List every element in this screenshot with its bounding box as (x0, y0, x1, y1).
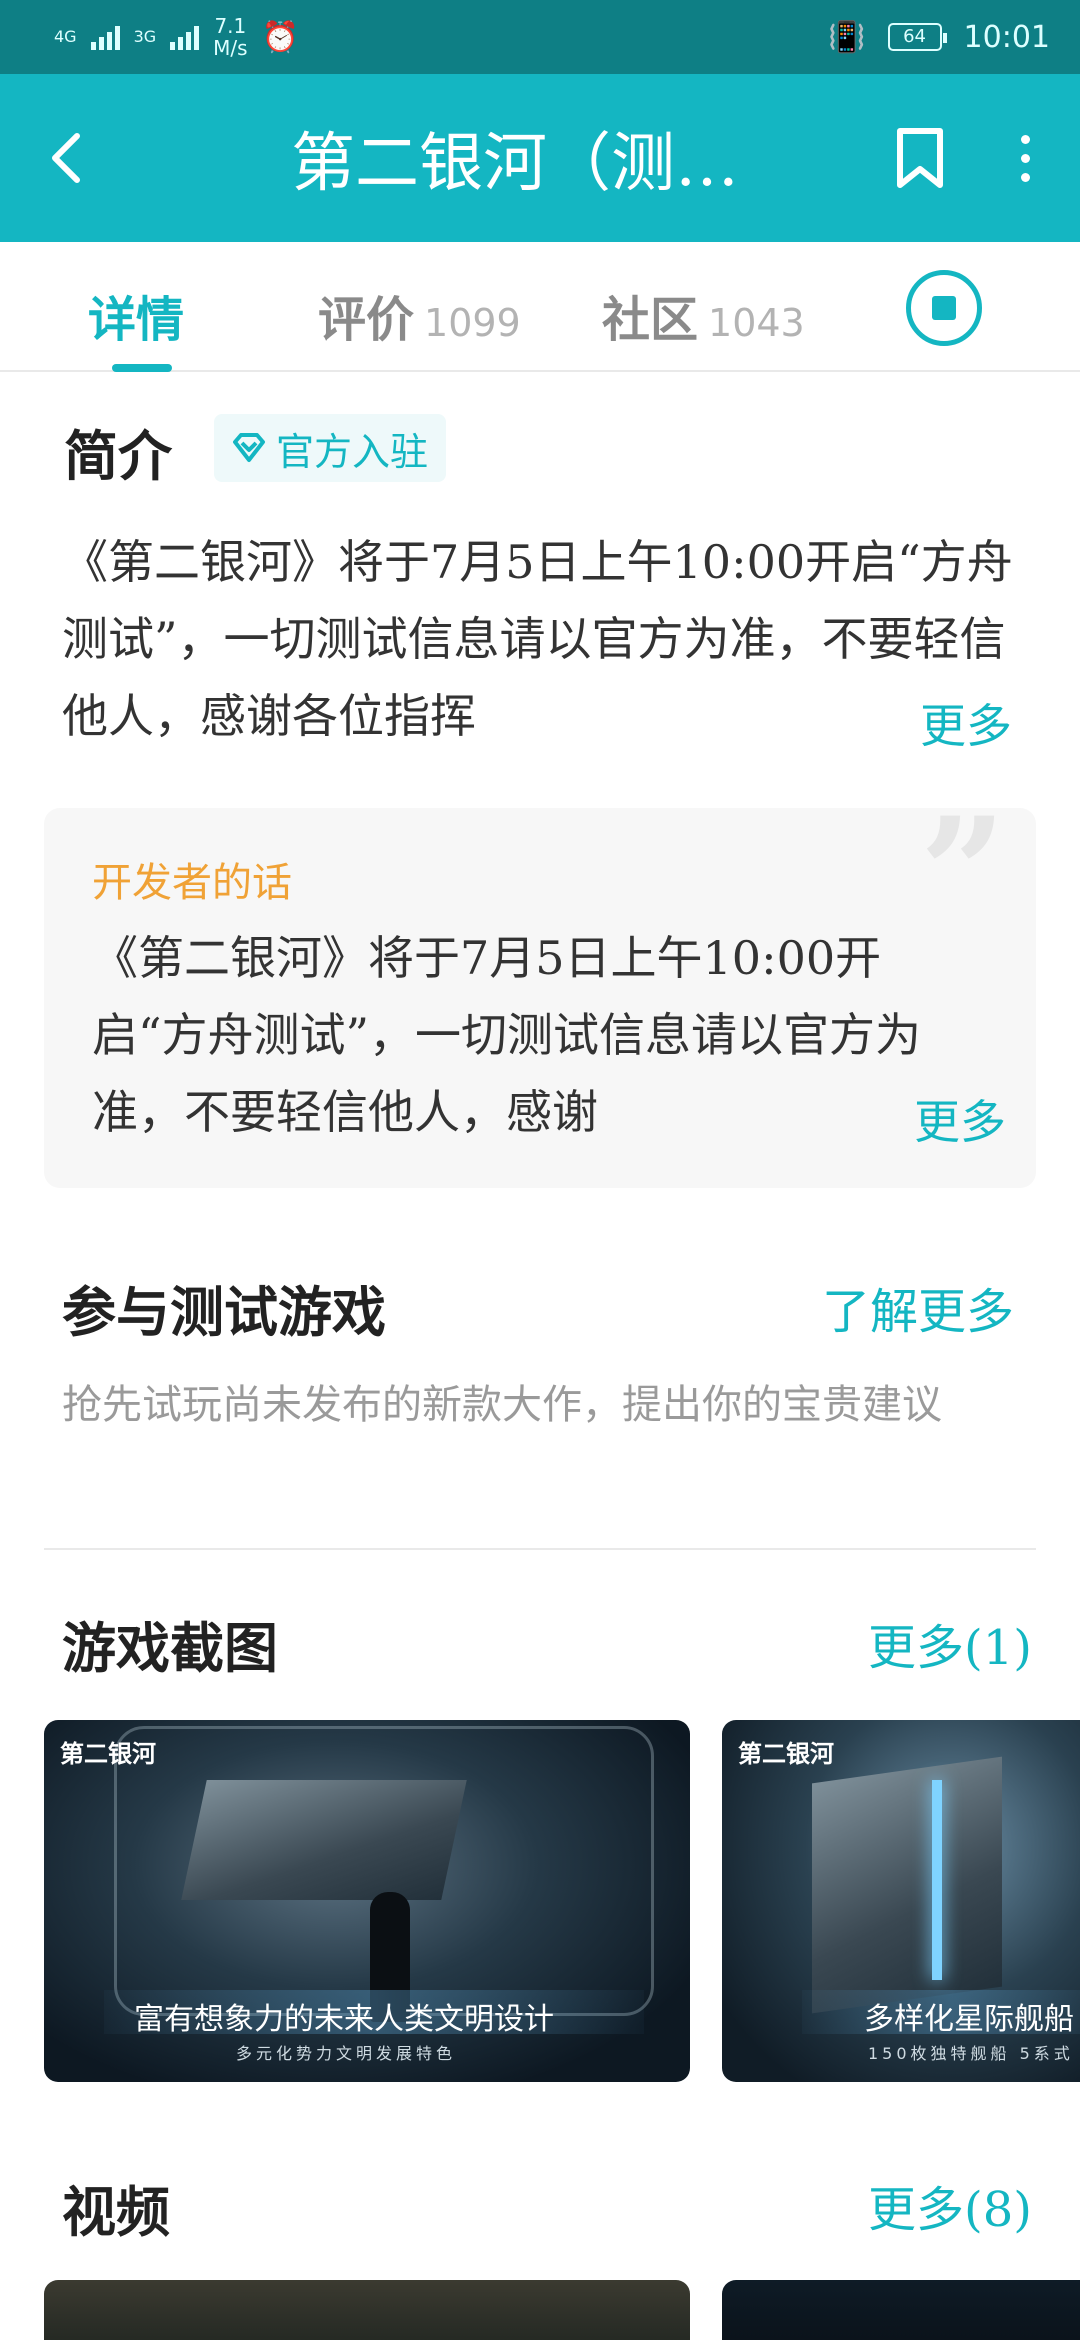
page-title: 第二银河（测… (291, 127, 739, 201)
signal-icon (90, 24, 120, 50)
game-logo: 第二银河 (738, 1739, 834, 1768)
stop-icon (932, 296, 956, 320)
divider (44, 1548, 1036, 1550)
alarm-icon: ⏰ (261, 19, 299, 55)
screenshot-caption: 多样化星际舰船 (864, 2002, 1074, 2037)
tab-reviews[interactable]: 评价 1099 (318, 280, 521, 350)
developer-card: ” 开发者的话 《第二银河》将于7月5日上午10:00开启“方舟测试”，一切测试… (44, 798, 1036, 1188)
network-speed: 7.1 M/s (213, 15, 247, 59)
intro-text: 《第二银河》将于7月5日上午10:00开启“方舟测试”，一切测试信息请以官方为准… (62, 535, 1013, 743)
status-bar: 4G 3G 7.1 M/s ⏰ 📳 64 10:01 (0, 0, 1080, 74)
intro-title: 简介 (64, 424, 172, 488)
speed-value: 7.1 (214, 14, 247, 38)
learn-more-link[interactable]: 了解更多 (822, 1272, 1014, 1342)
tab-details[interactable]: 详情 (88, 280, 184, 350)
screenshot-subcaption: 多元化势力文明发展特色 (236, 2044, 457, 2063)
spaceship-image (812, 1756, 1002, 2014)
tab-details-label: 详情 (88, 292, 185, 348)
tab-reviews-label: 评价 (318, 292, 415, 348)
tab-community-label: 社区 (602, 292, 699, 348)
network-type-3g: 3G (133, 27, 157, 46)
spaceship-image (181, 1780, 467, 1900)
download-stop-button[interactable] (906, 270, 982, 346)
speed-unit: M/s (213, 36, 248, 60)
developer-title: 开发者的话 (92, 860, 292, 906)
test-description: 抢先试玩尚未发布的新款大作，提出你的宝贵建议 (62, 1382, 942, 1428)
screenshots-title: 游戏截图 (62, 1616, 278, 1680)
battery-icon: 64 (887, 23, 947, 51)
diamond-icon (233, 433, 265, 462)
bookmark-icon (897, 128, 943, 188)
signal-icon (170, 24, 200, 50)
back-arrow-icon (52, 133, 80, 183)
clock: 10:01 (963, 19, 1050, 55)
screenshots-more-link[interactable]: 更多(1) (868, 1608, 1032, 1678)
screenshot-thumbnail[interactable]: 第二银河 多样化星际舰船 150枚独特舰船 5系式 (722, 1720, 1080, 2082)
video-thumbnail[interactable] (44, 2280, 690, 2340)
network-type-4g: 4G (54, 27, 77, 46)
developer-text: 《第二银河》将于7月5日上午10:00开启“方舟测试”，一切测试信息请以官方为准… (92, 931, 922, 1139)
screenshot-caption: 富有想象力的未来人类文明设计 (134, 2002, 554, 2037)
video-thumbnail[interactable] (722, 2280, 1080, 2340)
tab-community-count: 1043 (708, 301, 805, 345)
active-tab-indicator (112, 364, 172, 372)
back-button[interactable] (0, 74, 130, 242)
vibrate-icon: 📳 (828, 19, 866, 55)
app-bar: 第二银河（测… (0, 74, 1080, 242)
tab-reviews-count: 1099 (424, 301, 521, 345)
tab-community[interactable]: 社区 1043 (602, 280, 805, 350)
developer-more-link[interactable]: 更多 (874, 1086, 1006, 1152)
videos-title: 视频 (62, 2180, 170, 2244)
more-options-button[interactable] (970, 74, 1080, 242)
videos-more-link[interactable]: 更多(8) (868, 2170, 1032, 2240)
official-badge: 官方入驻 (214, 414, 447, 482)
screenshot-thumbnail[interactable]: 第二银河 富有想象力的未来人类文明设计 多元化势力文明发展特色 (44, 1720, 690, 2082)
test-title: 参与测试游戏 (62, 1280, 386, 1344)
intro-more-link[interactable]: 更多 (880, 690, 1012, 756)
more-vertical-icon (1020, 134, 1030, 182)
engine-glow (932, 1780, 942, 1980)
screenshot-subcaption: 150枚独特舰船 5系式 (868, 2044, 1074, 2063)
bookmark-button[interactable] (870, 74, 970, 242)
official-badge-label: 官方入驻 (276, 429, 429, 474)
game-logo: 第二银河 (60, 1739, 156, 1768)
